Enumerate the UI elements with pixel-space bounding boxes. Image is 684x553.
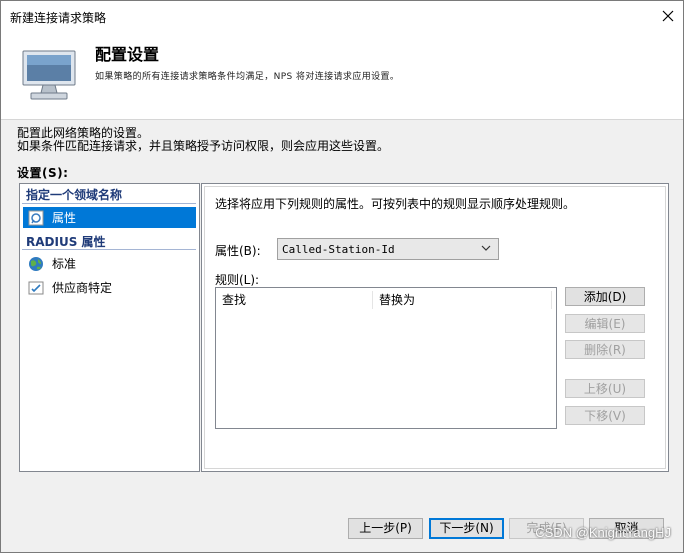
globe-icon [29,256,43,271]
detail-content: 选择将应用下列规则的属性。可按列表中的规则显示顺序处理规则。 属性(B): Ca… [204,186,666,469]
section-radius: RADIUS 属性 [26,235,106,249]
title-bar: 新建连接请求策略 [1,1,683,31]
page-description: 如果策略的所有连接请求策略条件均满足，NPS 将对连接请求应用设置。 [95,72,400,82]
move-up-button[interactable]: 上移(U) [565,379,645,398]
close-icon [662,10,674,22]
column-header-replace[interactable]: 替换为 [373,288,551,311]
page-title: 配置设置 [95,45,160,64]
settings-tree: 指定一个领域名称 属性 RADIUS 属性 标准 供应商特定 [19,183,200,472]
attribute-dropdown[interactable]: Called-Station-Id [277,238,499,260]
attribute-label: 属性(B): [215,244,261,258]
settings-detail-panel: 选择将应用下列规则的属性。可按列表中的规则显示顺序处理规则。 属性(B): Ca… [201,183,669,472]
sidebar-item-label: 属性 [52,211,77,225]
column-divider [551,291,552,309]
dialog-window: 新建连接请求策略 配置设置 如果策略的所有连接请求策略条件均满足，NPS 将对连… [0,0,684,553]
intro-line-2: 如果条件匹配连接请求，并且策略授予访问权限，则会应用这些设置。 [17,139,390,153]
sidebar-item-vendor[interactable]: 供应商特定 [23,277,196,298]
chevron-down-icon [481,245,491,251]
finish-button[interactable]: 完成(F) [509,518,584,539]
instruction-text: 选择将应用下列规则的属性。可按列表中的规则显示顺序处理规则。 [215,197,576,211]
sidebar-item-attribute[interactable]: 属性 [23,207,196,228]
sidebar-item-standard[interactable]: 标准 [23,253,196,274]
settings-label: 设置(S): [17,166,69,180]
checklist-icon [28,281,44,294]
sidebar-item-label: 供应商特定 [52,281,113,295]
delete-rule-button[interactable]: 删除(R) [565,340,645,359]
section-divider [22,249,196,250]
column-header-find[interactable]: 查找 [216,288,372,311]
edit-rule-button[interactable]: 编辑(E) [565,314,645,333]
rules-list[interactable]: 查找 替换为 [215,287,557,429]
move-down-button[interactable]: 下移(V) [565,406,645,425]
wizard-header: 配置设置 如果策略的所有连接请求策略条件均满足，NPS 将对连接请求应用设置。 [1,31,683,120]
attribute-selected-value: Called-Station-Id [282,242,395,256]
computer-monitor-icon [22,50,76,100]
intro-text: 配置此网络策略的设置。 如果条件匹配连接请求，并且策略授予访问权限，则会应用这些… [17,127,389,153]
section-realm: 指定一个领域名称 [26,188,123,202]
rules-label: 规则(L): [215,273,260,287]
previous-button[interactable]: 上一步(P) [348,518,423,539]
window-title: 新建连接请求策略 [10,11,107,25]
sidebar-item-label: 标准 [52,257,77,271]
close-button[interactable] [657,5,679,27]
attribute-page-icon [28,210,44,225]
section-divider [22,203,196,204]
add-rule-button[interactable]: 添加(D) [565,287,645,306]
cancel-button[interactable]: 取消 [589,518,664,539]
next-button[interactable]: 下一步(N) [429,518,504,539]
